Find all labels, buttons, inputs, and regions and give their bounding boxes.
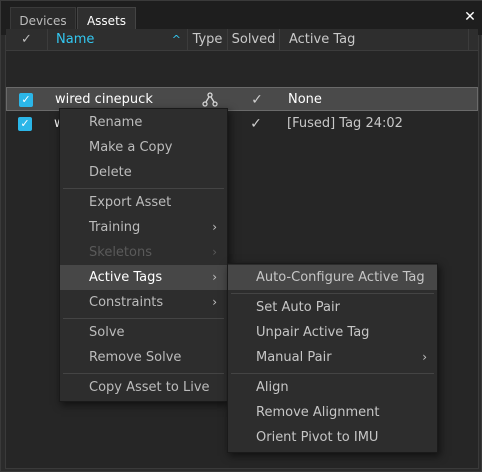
- active-tag-value: None: [288, 92, 322, 107]
- menu-item-set-auto-pair[interactable]: Set Auto Pair: [228, 295, 437, 320]
- menu-item-align[interactable]: Align: [228, 375, 437, 400]
- close-icon[interactable]: ✕: [463, 9, 477, 25]
- menu-item-label: Align: [256, 380, 289, 395]
- menu-item-label: Rename: [89, 115, 143, 130]
- menu-item-remove-solve[interactable]: Remove Solve: [60, 345, 227, 370]
- active-tag-value: [Fused] Tag 24:02: [287, 116, 403, 131]
- menu-item-label: Manual Pair: [256, 350, 332, 365]
- menu-item-orient-pivot-to-imu: Orient Pivot to IMU: [228, 425, 437, 450]
- menu-item-training[interactable]: Training ›: [60, 215, 227, 240]
- menu-separator: [63, 373, 224, 374]
- menu-item-label: Active Tags: [89, 270, 163, 285]
- solved-check-icon: ✓: [250, 116, 262, 132]
- table-header: ✓ Name ^ Type Solved Active Tag: [6, 29, 478, 51]
- context-menu: Rename Make a Copy Delete Export Asset T…: [59, 108, 228, 402]
- header-solved-column[interactable]: Solved: [228, 29, 280, 51]
- chevron-right-icon: ›: [212, 245, 217, 259]
- menu-item-label: Training: [89, 220, 141, 235]
- menu-item-label: Remove Solve: [89, 350, 182, 365]
- header-check-column[interactable]: ✓: [6, 29, 48, 51]
- menu-item-export-asset[interactable]: Export Asset: [60, 190, 227, 215]
- chevron-right-icon: ›: [212, 270, 217, 284]
- solved-check-icon: ✓: [251, 92, 263, 108]
- menu-item-label: Skeletons: [89, 245, 152, 260]
- menu-item-rename[interactable]: Rename: [60, 110, 227, 135]
- header-type-column[interactable]: Type: [188, 29, 228, 51]
- menu-item-solve[interactable]: Solve: [60, 320, 227, 345]
- menu-item-unpair-active-tag[interactable]: Unpair Active Tag: [228, 320, 437, 345]
- row-checkbox[interactable]: ✓: [18, 117, 32, 131]
- menu-item-label: Set Auto Pair: [256, 300, 340, 315]
- active-tags-submenu: Auto-Configure Active Tag Set Auto Pair …: [227, 263, 438, 453]
- menu-item-label: Auto-Configure Active Tag: [256, 270, 425, 285]
- menu-item-label: Orient Pivot to IMU: [256, 430, 379, 445]
- menu-separator: [63, 188, 224, 189]
- menu-item-label: Make a Copy: [89, 140, 173, 155]
- menu-item-label: Unpair Active Tag: [256, 325, 370, 340]
- header-active-tag-column[interactable]: Active Tag: [280, 29, 469, 51]
- menu-item-make-a-copy[interactable]: Make a Copy: [60, 135, 227, 160]
- header-name-label: Name: [56, 32, 95, 47]
- menu-item-auto-configure-active-tag[interactable]: Auto-Configure Active Tag: [228, 265, 437, 290]
- menu-item-label: Export Asset: [89, 195, 172, 210]
- row-checkbox[interactable]: ✓: [19, 93, 33, 107]
- menu-item-manual-pair[interactable]: Manual Pair ›: [228, 345, 437, 370]
- menu-item-label: Copy Asset to Live: [89, 380, 210, 395]
- menu-item-label: Constraints: [89, 295, 164, 310]
- menu-item-skeletons: Skeletons ›: [60, 240, 227, 265]
- sort-ascending-icon: ^: [171, 33, 181, 46]
- chevron-right-icon: ›: [422, 350, 427, 364]
- menu-item-copy-asset-to-live[interactable]: Copy Asset to Live: [60, 375, 227, 400]
- menu-separator: [231, 293, 434, 294]
- menu-item-remove-alignment[interactable]: Remove Alignment: [228, 400, 437, 425]
- chevron-right-icon: ›: [212, 220, 217, 234]
- menu-separator: [231, 373, 434, 374]
- menu-separator: [63, 318, 224, 319]
- menu-item-label: Delete: [89, 165, 132, 180]
- header-name-column[interactable]: Name ^: [48, 29, 188, 51]
- chevron-right-icon: ›: [212, 295, 217, 309]
- menu-item-active-tags[interactable]: Active Tags ›: [60, 265, 227, 290]
- menu-item-delete[interactable]: Delete: [60, 160, 227, 185]
- menu-item-label: Remove Alignment: [256, 405, 380, 420]
- menu-item-label: Solve: [89, 325, 125, 340]
- menu-item-constraints[interactable]: Constraints ›: [60, 290, 227, 315]
